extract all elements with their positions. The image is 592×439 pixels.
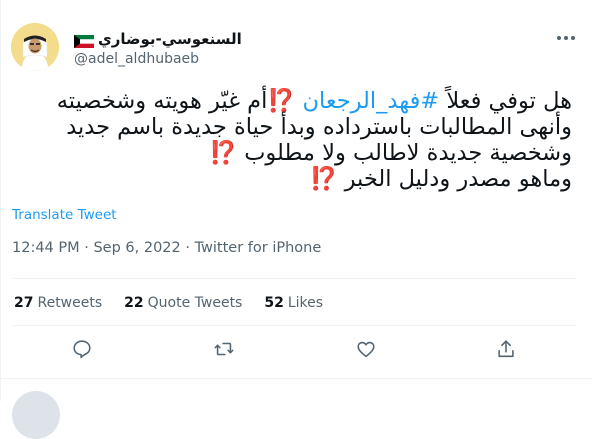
retweets-stat[interactable]: 27 Retweets [14, 295, 102, 311]
tweet-text: هل توفي فعلاً #فهد_الرجعان ⁉️أم غيّر هوي… [12, 88, 572, 192]
likes-label: Likes [287, 295, 324, 311]
reply-icon[interactable] [70, 337, 94, 361]
share-icon[interactable] [494, 337, 518, 361]
quotes-label: Quote Tweets [147, 295, 243, 311]
hashtag-link[interactable]: #فهد_الرجعان [303, 88, 440, 114]
divider [12, 325, 577, 326]
tweet-line-4: وماهو مصدر ودليل الخبر ⁉️ [309, 166, 572, 192]
author-avatar[interactable] [11, 23, 59, 71]
tweet-actions-bar [0, 337, 592, 367]
tweet-stats: 27 Retweets 22 Quote Tweets 52 Likes [14, 295, 323, 311]
tweet-line-2: وأنهى المطالبات باسترداده وبدأ حياة جديد… [66, 114, 572, 140]
translate-tweet-link[interactable]: Translate Tweet [12, 207, 117, 223]
reply-composer-avatar[interactable] [12, 391, 60, 439]
tweet-text-segment: هل توفي فعلاً [439, 88, 572, 114]
author-name-row[interactable]: السنعوسي-بوضاري [74, 30, 242, 48]
more-options-icon[interactable] [556, 26, 576, 45]
kuwait-flag-icon [74, 33, 94, 48]
like-icon[interactable] [354, 337, 378, 361]
tweet-line-3: وشخصية جديدة لاطالب ولا مطلوب ⁉️ [209, 140, 572, 166]
quotes-count: 22 [124, 295, 144, 311]
quote-tweets-stat[interactable]: 22 Quote Tweets [124, 295, 242, 311]
tweet-line-1: هل توفي فعلاً #فهد_الرجعان ⁉️أم غيّر هوي… [12, 88, 572, 114]
likes-count: 52 [264, 295, 284, 311]
author-display-name: السنعوسي-بوضاري [98, 30, 242, 48]
tweet-text-segment: ⁉️أم غيّر هويته وشخصيته [56, 88, 303, 114]
author-handle[interactable]: @adel_aldhubaeb [74, 51, 199, 67]
tweet-meta[interactable]: 12:44 PM · Sep 6, 2022 · Twitter for iPh… [12, 240, 321, 256]
retweets-label: Retweets [37, 295, 103, 311]
divider [0, 378, 592, 379]
divider [12, 278, 577, 279]
retweets-count: 27 [14, 295, 34, 311]
likes-stat[interactable]: 52 Likes [264, 295, 323, 311]
retweet-icon[interactable] [212, 337, 236, 361]
